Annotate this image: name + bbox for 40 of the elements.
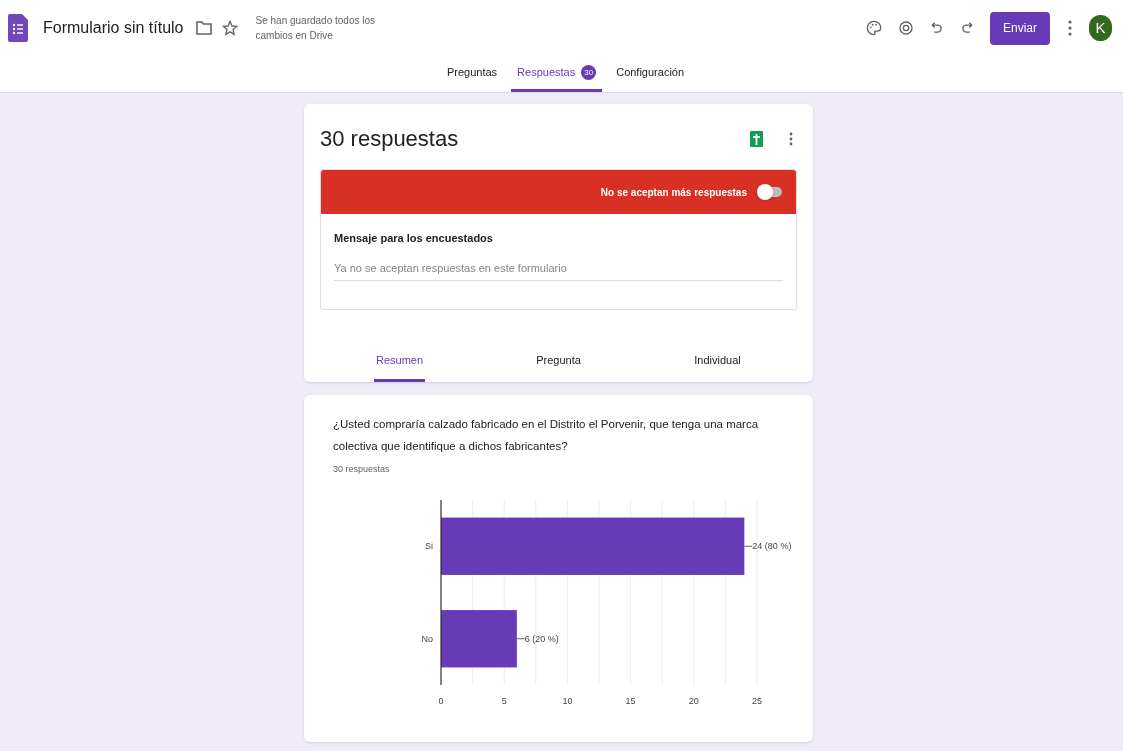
spreadsheet-icon[interactable] — [750, 130, 763, 147]
form-title[interactable]: Formulario sin título — [43, 16, 184, 40]
redo-icon[interactable] — [960, 20, 974, 36]
x-tick-label: 10 — [562, 696, 573, 706]
folder-icon[interactable] — [195, 21, 212, 35]
value-label: 24 (80 %) — [752, 541, 792, 552]
more-options-icon[interactable] — [1068, 20, 1072, 36]
message-field[interactable]: Ya no se aceptan respuestas en este formulario — [334, 256, 783, 281]
count-badge: 30 — [581, 65, 597, 80]
view-tab[interactable]: Resumen — [373, 341, 426, 382]
send-button[interactable]: Enviar — [990, 11, 1050, 45]
responses-count-heading: 30 respuestas — [320, 125, 459, 153]
tab[interactable]: Configuración — [610, 56, 691, 92]
preview-eye-icon[interactable] — [898, 20, 914, 36]
accepting-toggle[interactable] — [757, 184, 784, 200]
x-tick-label: 20 — [688, 696, 699, 706]
message-label: Mensaje para los encuestados — [334, 231, 494, 246]
more-options-icon[interactable] — [789, 131, 793, 146]
tab[interactable]: Preguntas — [440, 56, 504, 92]
question-text: ¿Usted compraría calzado fabricado en el Distrito el Porvenir, que tenga una marca colectiva que identifique a dichos fabricantes? — [332, 416, 760, 454]
palette-icon[interactable] — [866, 20, 882, 36]
response-count: 30 respuestas — [332, 462, 391, 476]
x-tick-label: 5 — [501, 696, 507, 706]
accepting-label: No se aceptan más respuestas — [600, 185, 747, 200]
x-tick-label: 0 — [438, 696, 444, 706]
value-label: 6 (20 %) — [524, 633, 559, 644]
leader-line — [516, 638, 526, 640]
tab[interactable]: Respuestas 30 — [511, 56, 603, 92]
avatar[interactable]: K — [1089, 15, 1112, 41]
save-status: Se han guardado todos los cambios en Drive — [255, 14, 376, 43]
forms-logo-icon[interactable] — [8, 14, 28, 42]
view-tab[interactable]: Pregunta — [534, 341, 583, 382]
star-icon[interactable] — [221, 20, 238, 36]
x-tick-label: 15 — [625, 696, 636, 706]
leader-line — [743, 545, 753, 547]
x-tick-label: 25 — [752, 696, 762, 706]
category-label: No — [421, 633, 433, 644]
category-label: Si — [425, 541, 433, 552]
view-tab[interactable]: Individual — [692, 341, 743, 382]
undo-icon[interactable] — [930, 20, 944, 36]
